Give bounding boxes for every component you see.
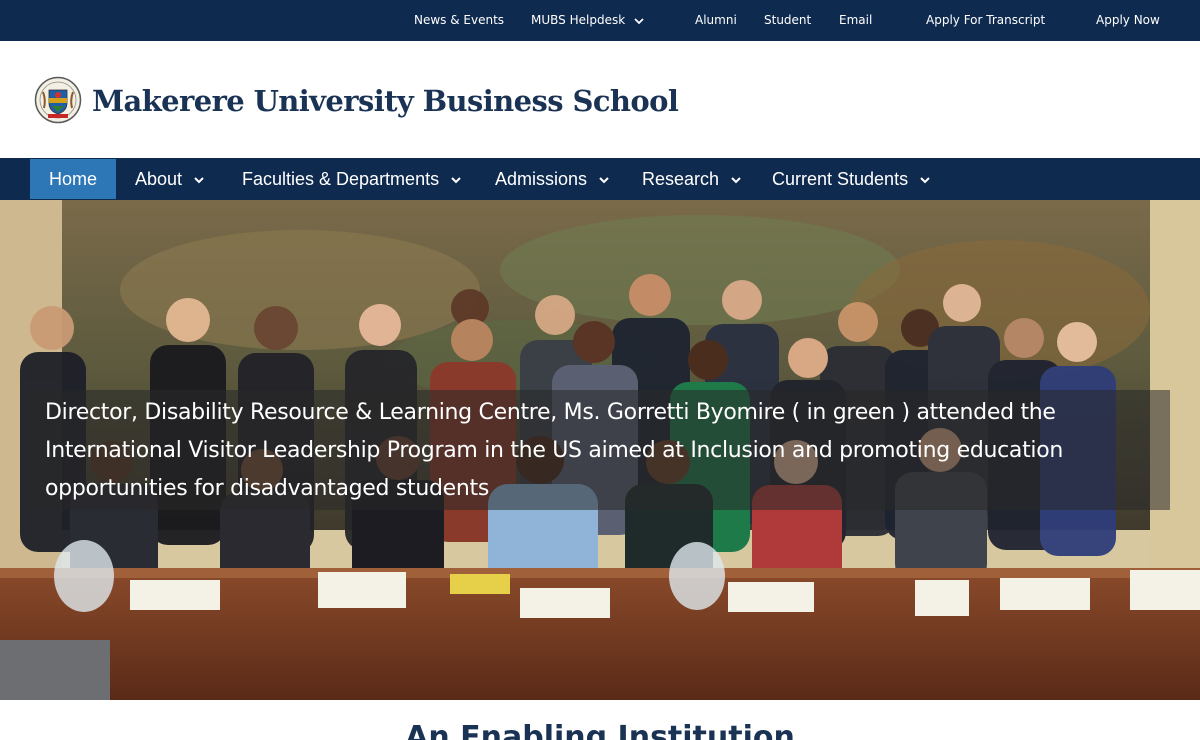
top-utility-bar: News & Events MUBS Helpdesk Alumni Stude… (0, 0, 1200, 41)
section-title: An Enabling Institution (405, 720, 795, 740)
nav-item-label: About (135, 169, 183, 189)
hero-slider[interactable]: Director, Disability Resource & Learning… (0, 200, 1200, 700)
topbar-link-news-events[interactable]: News & Events (414, 0, 504, 41)
nav-item-label: Admissions (495, 169, 588, 189)
nav-item-label: Faculties & Departments (242, 169, 440, 189)
site-header: Makerere University Business School (0, 41, 1200, 158)
hero-caption-box: Director, Disability Resource & Learning… (30, 390, 1170, 510)
chevron-down-icon (634, 17, 644, 24)
nav-item-home[interactable]: Home (30, 159, 116, 199)
site-title[interactable]: Makerere University Business School (92, 79, 679, 123)
chevron-down-icon (194, 177, 204, 184)
topbar-link-email[interactable]: Email (839, 0, 872, 41)
nav-item-label: Research (642, 169, 720, 189)
chevron-down-icon (599, 177, 609, 184)
topbar-link-apply-now[interactable]: Apply Now (1096, 0, 1160, 41)
chevron-down-icon (920, 177, 930, 184)
nav-item-current-students[interactable]: Current Students (772, 158, 932, 200)
topbar-link-apply-transcript[interactable]: Apply For Transcript (926, 0, 1045, 41)
nav-item-faculties-departments[interactable]: Faculties & Departments (242, 158, 463, 200)
university-crest-logo[interactable] (34, 76, 82, 124)
main-navigation: Home About Faculties & Departments Admis… (0, 158, 1200, 200)
chevron-down-icon (731, 177, 741, 184)
chevron-down-icon (451, 177, 461, 184)
nav-item-research[interactable]: Research (642, 158, 743, 200)
topbar-link-label: MUBS Helpdesk (531, 13, 626, 27)
topbar-link-mubs-helpdesk[interactable]: MUBS Helpdesk (531, 0, 645, 41)
nav-item-admissions[interactable]: Admissions (495, 158, 611, 200)
topbar-link-alumni[interactable]: Alumni (695, 0, 737, 41)
nav-item-about[interactable]: About (135, 158, 206, 200)
hero-caption[interactable]: Director, Disability Resource & Learning… (45, 394, 1165, 508)
topbar-link-student[interactable]: Student (764, 0, 811, 41)
nav-item-label: Current Students (772, 169, 909, 189)
